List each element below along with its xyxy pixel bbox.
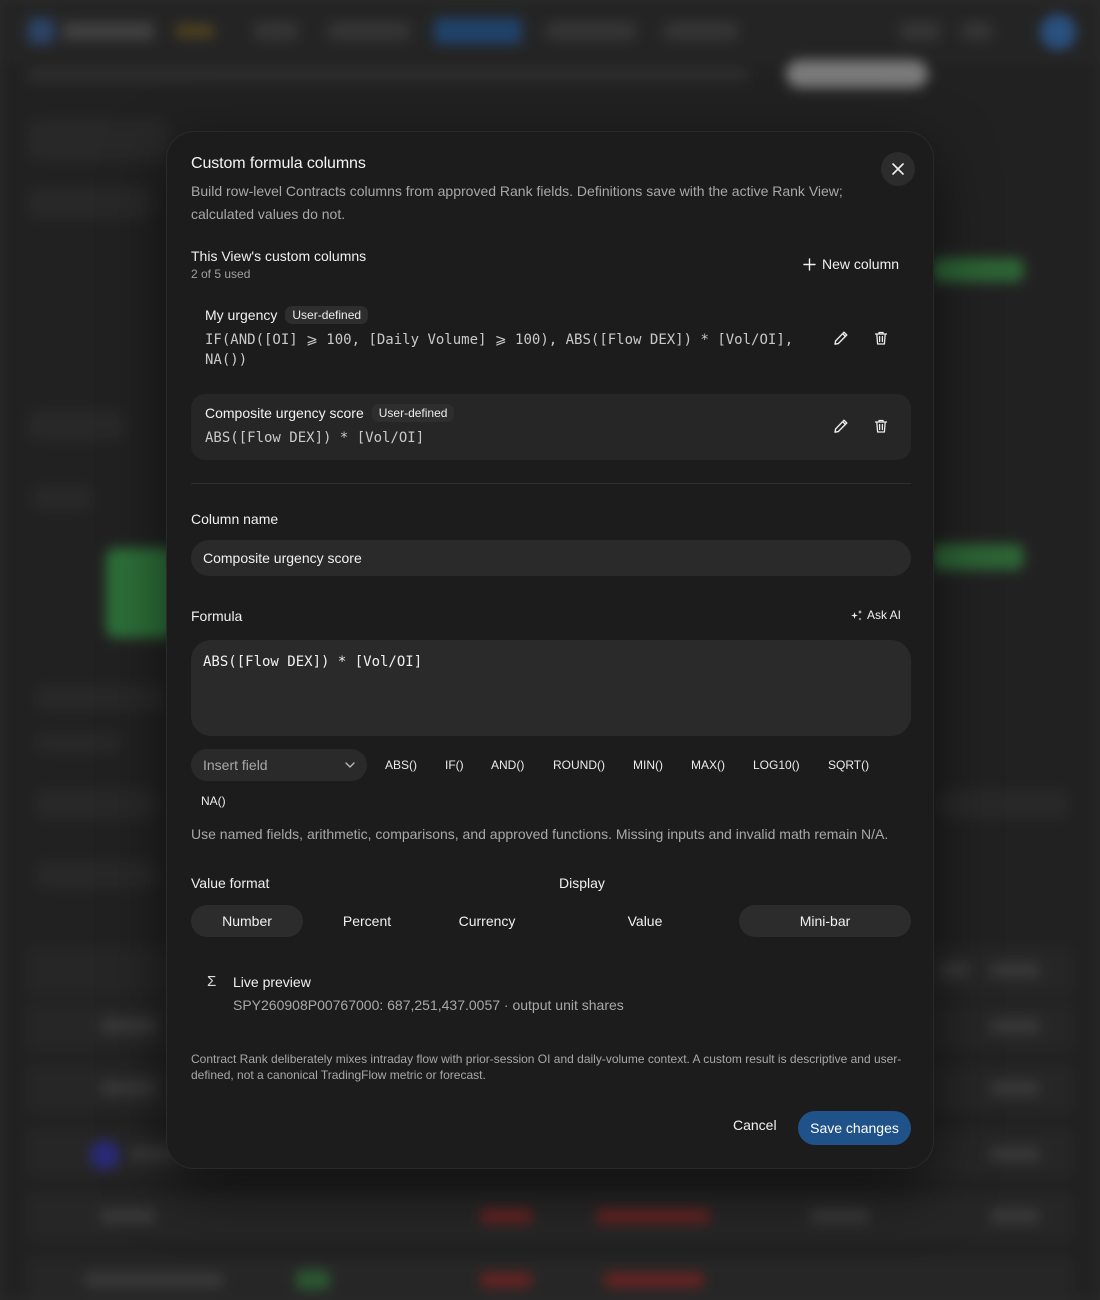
value-format-label: Value format: [191, 875, 270, 891]
format-option-percent[interactable]: Percent: [311, 905, 423, 937]
formula-help-text: Use named fields, arithmetic, comparison…: [191, 826, 889, 842]
chevron-down-icon: [345, 762, 355, 768]
edit-column-button[interactable]: [828, 325, 854, 351]
function-chip-and[interactable]: AND(): [491, 758, 524, 772]
live-preview-value: SPY260908P00767000: 687,251,437.0057 · o…: [233, 997, 624, 1013]
insert-field-select[interactable]: Insert field: [191, 749, 367, 781]
formula-editor-text: ABS([Flow DEX]) * [Vol/OI]: [203, 654, 423, 670]
formula-editor[interactable]: ABS([Flow DEX]) * [Vol/OI]: [191, 640, 911, 736]
delete-column-button[interactable]: [868, 413, 894, 439]
ask-ai-label: Ask AI: [867, 608, 902, 622]
custom-column-item-selected[interactable]: Composite urgency score User-defined ABS…: [191, 394, 911, 460]
sigma-icon: Σ: [207, 973, 217, 990]
close-icon: [892, 163, 904, 175]
custom-columns-heading: This View's custom columns: [191, 248, 367, 264]
function-chip-abs[interactable]: ABS(): [385, 758, 417, 772]
function-chip-na[interactable]: NA(): [201, 794, 226, 808]
pencil-icon: [834, 419, 848, 433]
new-column-button[interactable]: New column: [803, 256, 899, 272]
plus-icon: [803, 257, 816, 271]
function-chip-max[interactable]: MAX(): [691, 758, 725, 772]
custom-column-item[interactable]: My urgency User-defined IF(AND([OI] ⩾ 10…: [191, 292, 911, 380]
display-option-mini-bar[interactable]: Mini-bar: [739, 905, 911, 937]
user-defined-badge: User-defined: [371, 404, 455, 422]
column-item-name: My urgency: [205, 307, 278, 323]
insert-field-placeholder: Insert field: [203, 757, 268, 773]
function-chip-sqrt[interactable]: SQRT(): [828, 758, 869, 772]
formula-label: Formula: [191, 608, 243, 624]
edit-column-button[interactable]: [828, 413, 854, 439]
user-defined-badge: User-defined: [285, 306, 369, 324]
close-button[interactable]: [881, 152, 915, 186]
function-chip-round[interactable]: ROUND(): [553, 758, 605, 772]
column-item-formula: IF(AND([OI] ⩾ 100, [Daily Volume] ⩾ 100)…: [205, 332, 794, 368]
function-chip-log10[interactable]: LOG10(): [753, 758, 800, 772]
column-name-input[interactable]: Composite urgency score: [191, 540, 911, 576]
display-option-value[interactable]: Value: [559, 905, 731, 937]
function-chip-min[interactable]: MIN(): [633, 758, 663, 772]
ask-ai-button[interactable]: Ask AI: [850, 608, 901, 622]
delete-column-button[interactable]: [868, 325, 894, 351]
disclaimer-text: Contract Rank deliberately mixes intrada…: [191, 1052, 902, 1082]
dialog-title: Custom formula columns: [191, 155, 366, 172]
live-preview-title: Live preview: [233, 974, 311, 990]
new-column-label: New column: [822, 256, 900, 272]
function-chip-if[interactable]: IF(): [445, 758, 464, 772]
column-item-formula: ABS([Flow DEX]) * [Vol/OI]: [205, 430, 425, 446]
save-changes-button[interactable]: Save changes: [798, 1111, 911, 1145]
cancel-button[interactable]: Cancel: [733, 1117, 777, 1133]
section-divider: [191, 483, 911, 484]
format-option-number[interactable]: Number: [191, 905, 303, 937]
dialog-subtitle: Build row-level Contracts columns from a…: [191, 183, 843, 222]
display-label: Display: [559, 875, 605, 891]
trash-icon: [874, 331, 888, 345]
sparkles-icon: [851, 609, 863, 620]
column-name-label: Column name: [191, 511, 279, 527]
format-option-currency[interactable]: Currency: [431, 905, 543, 937]
pencil-icon: [834, 331, 848, 345]
column-item-name: Composite urgency score: [205, 405, 364, 421]
custom-formula-dialog: Custom formula columns Build row-level C…: [166, 131, 934, 1169]
trash-icon: [874, 419, 888, 433]
custom-columns-usage: 2 of 5 used: [191, 267, 251, 281]
